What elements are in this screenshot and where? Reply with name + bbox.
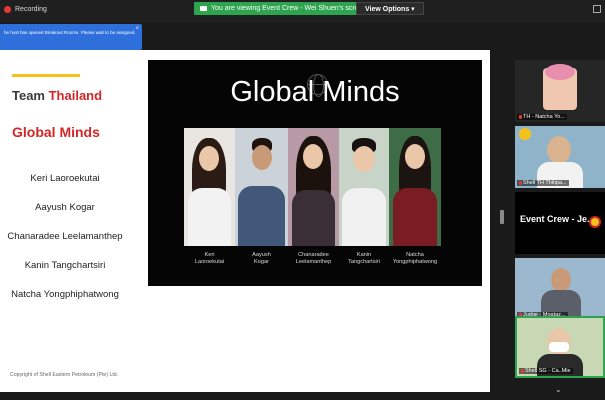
portrait-caption: Chanaradee Leelamanthep	[288, 252, 339, 266]
team-portraits	[184, 128, 441, 246]
team-heading: Team Thailand	[12, 88, 102, 103]
participant-tile[interactable]: Shell TH Thitipa...	[515, 126, 605, 188]
view-options-button[interactable]: View Options ▾	[356, 2, 424, 15]
participant-tile[interactable]: Judge - Moataz...	[515, 258, 605, 320]
caption-first: Chanaradee	[298, 252, 329, 258]
drag-handle-icon[interactable]	[500, 210, 504, 224]
caption-first: Aayush	[252, 252, 271, 258]
record-dot-icon	[4, 6, 11, 13]
meeting-top-bar: Recording You are viewing Event Crew - W…	[0, 0, 605, 22]
gallery-splitter	[490, 50, 515, 392]
notification-text: he host has opened Breakout Rooms. Pleas…	[4, 30, 136, 35]
chevron-down-icon[interactable]: ⌄	[555, 385, 562, 394]
mic-muted-icon	[521, 368, 524, 373]
close-icon[interactable]: ×	[135, 26, 139, 32]
recording-label: Recording	[15, 6, 47, 13]
portrait-caption: Natcha Yongphiphatwong	[389, 252, 441, 266]
portrait-photo	[235, 128, 288, 246]
portrait-photo	[184, 128, 235, 246]
mic-muted-icon	[519, 180, 522, 185]
participant-tile[interactable]: Event Crew - Je...	[515, 192, 605, 254]
copyright-text: Copyright of Shell Eastern Petroleum (Pt…	[10, 372, 119, 378]
portrait-photo	[339, 128, 389, 246]
participant-tile[interactable]: TH - Natcha Yo...	[515, 60, 605, 122]
view-options-label: View Options	[365, 6, 410, 13]
screen-share-banner: You are viewing Event Crew - Wei Shuen's…	[194, 2, 373, 15]
slide-accent-bar	[12, 74, 80, 77]
participant-label: TH - Natcha Yo...	[523, 114, 565, 120]
shell-logo-icon	[589, 216, 601, 228]
caption-first: Kanin	[356, 252, 372, 258]
participant-name: Event Crew - Je...	[520, 214, 595, 224]
team-photo-panel: Global Minds Keri Laoroekutai Aayush Kog…	[148, 60, 482, 286]
participant-tile-active-speaker[interactable]: Shell SG - Ca..Mie	[515, 316, 605, 378]
participant-label: Shell SG - Ca..Mie	[525, 368, 571, 374]
participant-name: Shell SG - Ca..Mie	[519, 368, 573, 374]
member-list: Keri Laoroekutai Aayush Kogar Chanaradee…	[0, 164, 130, 309]
team-prefix: Team	[12, 88, 49, 103]
caption-last: Leelamanthep	[295, 259, 332, 265]
participant-name: TH - Natcha Yo...	[517, 114, 567, 120]
recording-indicator[interactable]: Recording	[4, 6, 47, 13]
group-name: Global Minds	[12, 124, 100, 140]
member-name: Aayush Kogar	[35, 202, 95, 213]
portrait-photo	[288, 128, 339, 246]
portrait-photo	[389, 128, 441, 246]
photo-panel-title: Global Minds	[230, 76, 400, 108]
chevron-down-icon: ▾	[411, 6, 415, 13]
member-name: Natcha Yongphiphatwong	[11, 289, 119, 300]
screen-share-icon	[200, 6, 207, 11]
participant-gallery: TH - Natcha Yo... Shell TH Thitipa... Ev…	[515, 50, 605, 400]
caption-first: Keri	[204, 252, 215, 258]
caption-last: Tangchartsiri	[348, 259, 380, 265]
member-name: Keri Laoroekutai	[30, 173, 100, 184]
member-name: Kanin Tangchartsiri	[24, 260, 106, 271]
caption-last: Laoroekutai	[194, 259, 225, 265]
caption-last: Kogar	[254, 259, 269, 265]
member-name: Chanaradee Leelamanthep	[7, 231, 123, 242]
mic-muted-icon	[519, 114, 522, 119]
portrait-captions: Keri Laoroekutai Aayush Kogar Chanaradee Le…	[184, 252, 441, 266]
participant-label: Shell TH Thitipa...	[523, 180, 567, 186]
team-country: Thailand	[48, 88, 103, 103]
portrait-caption: Kanin Tangchartsiri	[339, 252, 389, 266]
breakout-notification: he host has opened Breakout Rooms. Pleas…	[0, 24, 142, 50]
fullscreen-icon[interactable]	[593, 5, 601, 13]
portrait-caption: Keri Laoroekutai	[184, 252, 235, 266]
screen-share-text: You are viewing Event Crew - Wei Shuen's…	[211, 5, 367, 12]
participant-name: Shell TH Thitipa...	[517, 180, 569, 186]
caption-last: Yongphiphatwong	[392, 259, 438, 265]
portrait-caption: Aayush Kogar	[235, 252, 288, 266]
caption-first: Natcha	[406, 252, 424, 258]
